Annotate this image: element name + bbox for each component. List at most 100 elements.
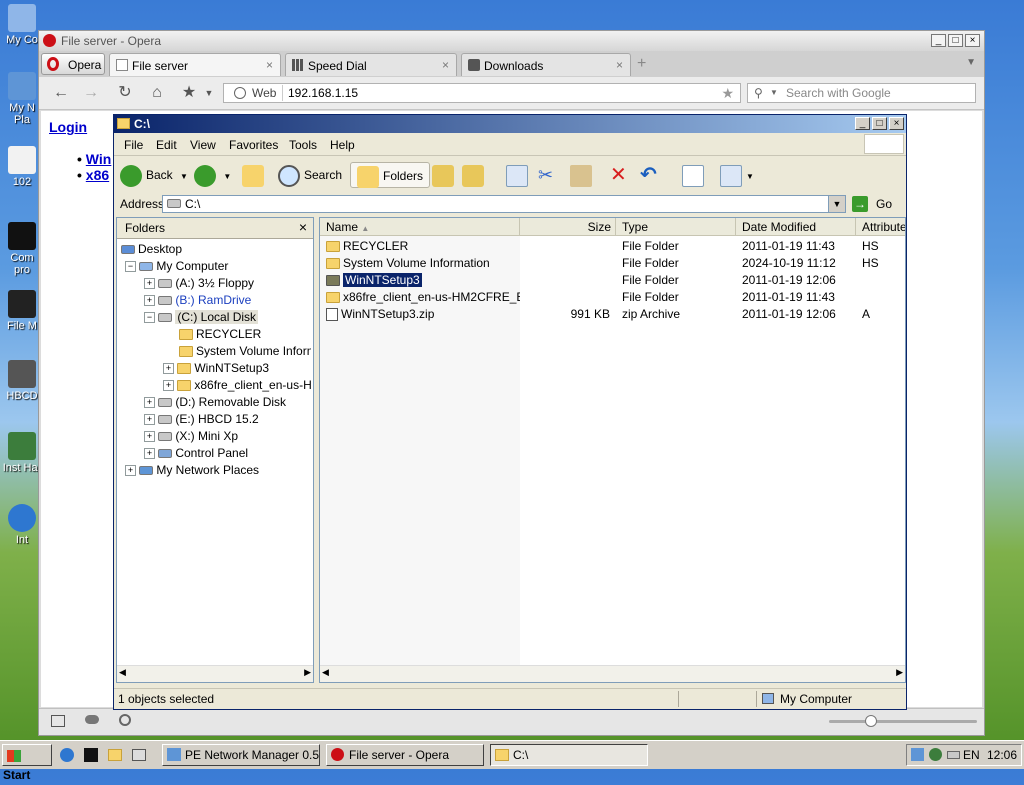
start-button[interactable]: Start xyxy=(2,744,52,782)
minimize-button[interactable]: _ xyxy=(855,117,870,130)
collapse-icon[interactable]: − xyxy=(144,312,155,324)
folders-button[interactable]: Folders xyxy=(350,162,431,188)
tree-item-desktop[interactable]: Desktop xyxy=(121,242,182,256)
tab-menu-chevron-icon[interactable]: ▼ xyxy=(966,57,976,68)
address-field[interactable]: C:\ ▼ xyxy=(162,195,846,213)
panel-toggle-icon[interactable] xyxy=(51,715,65,727)
tree-item-system-volume[interactable]: System Volume Information xyxy=(179,344,311,358)
expand-icon[interactable]: + xyxy=(144,414,155,426)
close-button[interactable]: × xyxy=(965,34,980,47)
maximize-button[interactable]: □ xyxy=(948,34,963,47)
close-button[interactable]: × xyxy=(889,117,904,130)
minimize-button[interactable]: _ xyxy=(931,34,946,47)
scroll-left-icon[interactable]: ◀ xyxy=(322,667,329,678)
delete-button[interactable]: ✕ xyxy=(610,162,627,188)
table-row-selected[interactable]: WinNTSetup3 File Folder 2011-01-19 12:06 xyxy=(320,272,905,289)
opera-menu-button[interactable]: Opera xyxy=(41,53,105,75)
tree-item-control-panel[interactable]: + Control Panel xyxy=(144,446,248,460)
explorer-titlebar[interactable]: C:\ _ □ × xyxy=(114,115,906,133)
opera-titlebar[interactable]: File server - Opera _ □ × xyxy=(39,31,984,52)
quicklaunch-folder-icon[interactable] xyxy=(108,749,122,761)
tree-item-x86fre[interactable]: + x86fre_client_en-us-HM2CFRE_EN xyxy=(163,378,311,392)
tab-close-icon[interactable]: × xyxy=(442,58,449,72)
collapse-icon[interactable]: − xyxy=(125,261,136,273)
taskbar-item-explorer[interactable]: C:\ xyxy=(490,744,648,766)
table-row[interactable]: WinNTSetup3.zip 991 KB zip Archive 2011-… xyxy=(320,306,905,323)
search-button[interactable]: Search xyxy=(278,162,342,188)
scroll-left-icon[interactable]: ◀ xyxy=(119,667,126,678)
tab-close-icon[interactable]: × xyxy=(616,58,623,72)
taskbar-item-pe-network[interactable]: PE Network Manager 0.56 xyxy=(162,744,320,766)
search-box[interactable]: ⚲ ▼ Search with Google xyxy=(747,83,976,103)
back-button[interactable]: Back ▼ xyxy=(120,162,188,188)
close-pane-icon[interactable]: × xyxy=(299,219,307,235)
column-header-attributes[interactable]: Attributes xyxy=(856,218,905,236)
address-text[interactable]: 192.168.1.15 xyxy=(288,86,358,100)
settings-tray-icon[interactable] xyxy=(929,748,942,761)
cloud-icon[interactable] xyxy=(85,715,99,724)
properties-button[interactable] xyxy=(682,162,708,188)
tab-downloads[interactable]: Downloads × xyxy=(461,53,631,76)
network-tray-icon[interactable] xyxy=(911,748,924,761)
menu-edit[interactable]: Edit xyxy=(156,138,177,152)
menu-help[interactable]: Help xyxy=(330,138,355,152)
tree-item-winntsetup3[interactable]: + WinNTSetup3 xyxy=(163,361,269,375)
forward-button[interactable]: ▼ xyxy=(194,162,231,188)
menu-favorites[interactable]: Favorites xyxy=(229,138,278,152)
speedometer-icon[interactable] xyxy=(119,714,131,726)
back-dropdown-icon[interactable]: ▼ xyxy=(180,172,188,181)
column-header-date[interactable]: Date Modified xyxy=(736,218,856,236)
desktop-icon-my-computer[interactable]: My Co xyxy=(2,4,42,46)
tab-speed-dial[interactable]: Speed Dial × xyxy=(285,53,457,76)
search-engine-dropdown-icon[interactable]: ▼ xyxy=(770,88,778,97)
forward-arrow-icon[interactable]: → xyxy=(81,83,101,103)
expand-icon[interactable]: + xyxy=(144,448,155,460)
paste-button[interactable] xyxy=(570,162,596,188)
bookmark-dropdown-icon[interactable]: ▼ xyxy=(199,83,219,103)
login-link[interactable]: Login xyxy=(49,119,87,135)
scroll-right-icon[interactable]: ▶ xyxy=(304,667,311,678)
tree-item-local-disk-c[interactable]: − (C:) Local Disk xyxy=(144,310,259,324)
copy-button[interactable] xyxy=(506,162,532,188)
tab-file-server[interactable]: File server × xyxy=(109,53,281,76)
back-arrow-icon[interactable]: ← xyxy=(51,83,71,103)
tab-close-icon[interactable]: × xyxy=(266,58,273,72)
expand-icon[interactable]: + xyxy=(144,431,155,443)
menu-tools[interactable]: Tools xyxy=(289,138,317,152)
table-row[interactable]: x86fre_client_en-us-HM2CFRE_EN... File F… xyxy=(320,289,905,306)
expand-icon[interactable]: + xyxy=(144,397,155,409)
table-row[interactable]: RECYCLER File Folder 2011-01-19 11:43 HS xyxy=(320,238,905,255)
star-icon[interactable]: ★ xyxy=(721,85,734,102)
tree-item-floppy[interactable]: + (A:) 3½ Floppy xyxy=(144,276,254,290)
column-header-size[interactable]: Size xyxy=(520,218,616,236)
tree-item-ramdrive[interactable]: + (B:) RamDrive xyxy=(144,293,251,307)
desktop-icon-internet[interactable]: Int xyxy=(2,504,42,546)
desktop-icon-install[interactable]: Inst Har xyxy=(2,432,42,474)
taskbar-item-opera[interactable]: File server - Opera xyxy=(326,744,484,766)
tree-item-recycler[interactable]: RECYCLER xyxy=(179,327,261,341)
desktop-icon-network[interactable]: My N Pla xyxy=(2,72,42,126)
drive-tray-icon[interactable] xyxy=(947,751,960,759)
tree-item-hbcd-e[interactable]: + (E:) HBCD 15.2 xyxy=(144,412,259,426)
column-header-type[interactable]: Type xyxy=(616,218,736,236)
language-indicator[interactable]: EN xyxy=(963,748,980,762)
address-bar[interactable]: Web 192.168.1.15 ★ xyxy=(223,83,741,103)
quicklaunch-console-icon[interactable] xyxy=(84,748,98,762)
views-button[interactable]: ▼ xyxy=(720,162,754,188)
clock[interactable]: 12:06 xyxy=(987,748,1017,762)
list-horizontal-scrollbar[interactable]: ◀ ▶ xyxy=(320,665,905,682)
zoom-slider-handle[interactable] xyxy=(865,715,877,727)
cut-button[interactable]: ✂ xyxy=(538,162,553,188)
forward-dropdown-icon[interactable]: ▼ xyxy=(223,172,231,181)
desktop-icon-hbcd[interactable]: HBCD xyxy=(2,360,42,402)
tree-item-mini-xp[interactable]: + (X:) Mini Xp xyxy=(144,429,238,443)
copy-to-button[interactable] xyxy=(462,162,488,188)
quicklaunch-ie-icon[interactable] xyxy=(60,748,74,762)
tree-item-my-computer[interactable]: − My Computer xyxy=(125,259,228,273)
tree-item-removable-d[interactable]: + (D:) Removable Disk xyxy=(144,395,286,409)
column-header-name[interactable]: Name ▲ xyxy=(320,218,520,236)
desktop-icon-command[interactable]: Com pro xyxy=(2,222,42,276)
move-to-button[interactable] xyxy=(432,162,458,188)
expand-icon[interactable]: + xyxy=(125,465,136,477)
expand-icon[interactable]: + xyxy=(144,278,155,290)
